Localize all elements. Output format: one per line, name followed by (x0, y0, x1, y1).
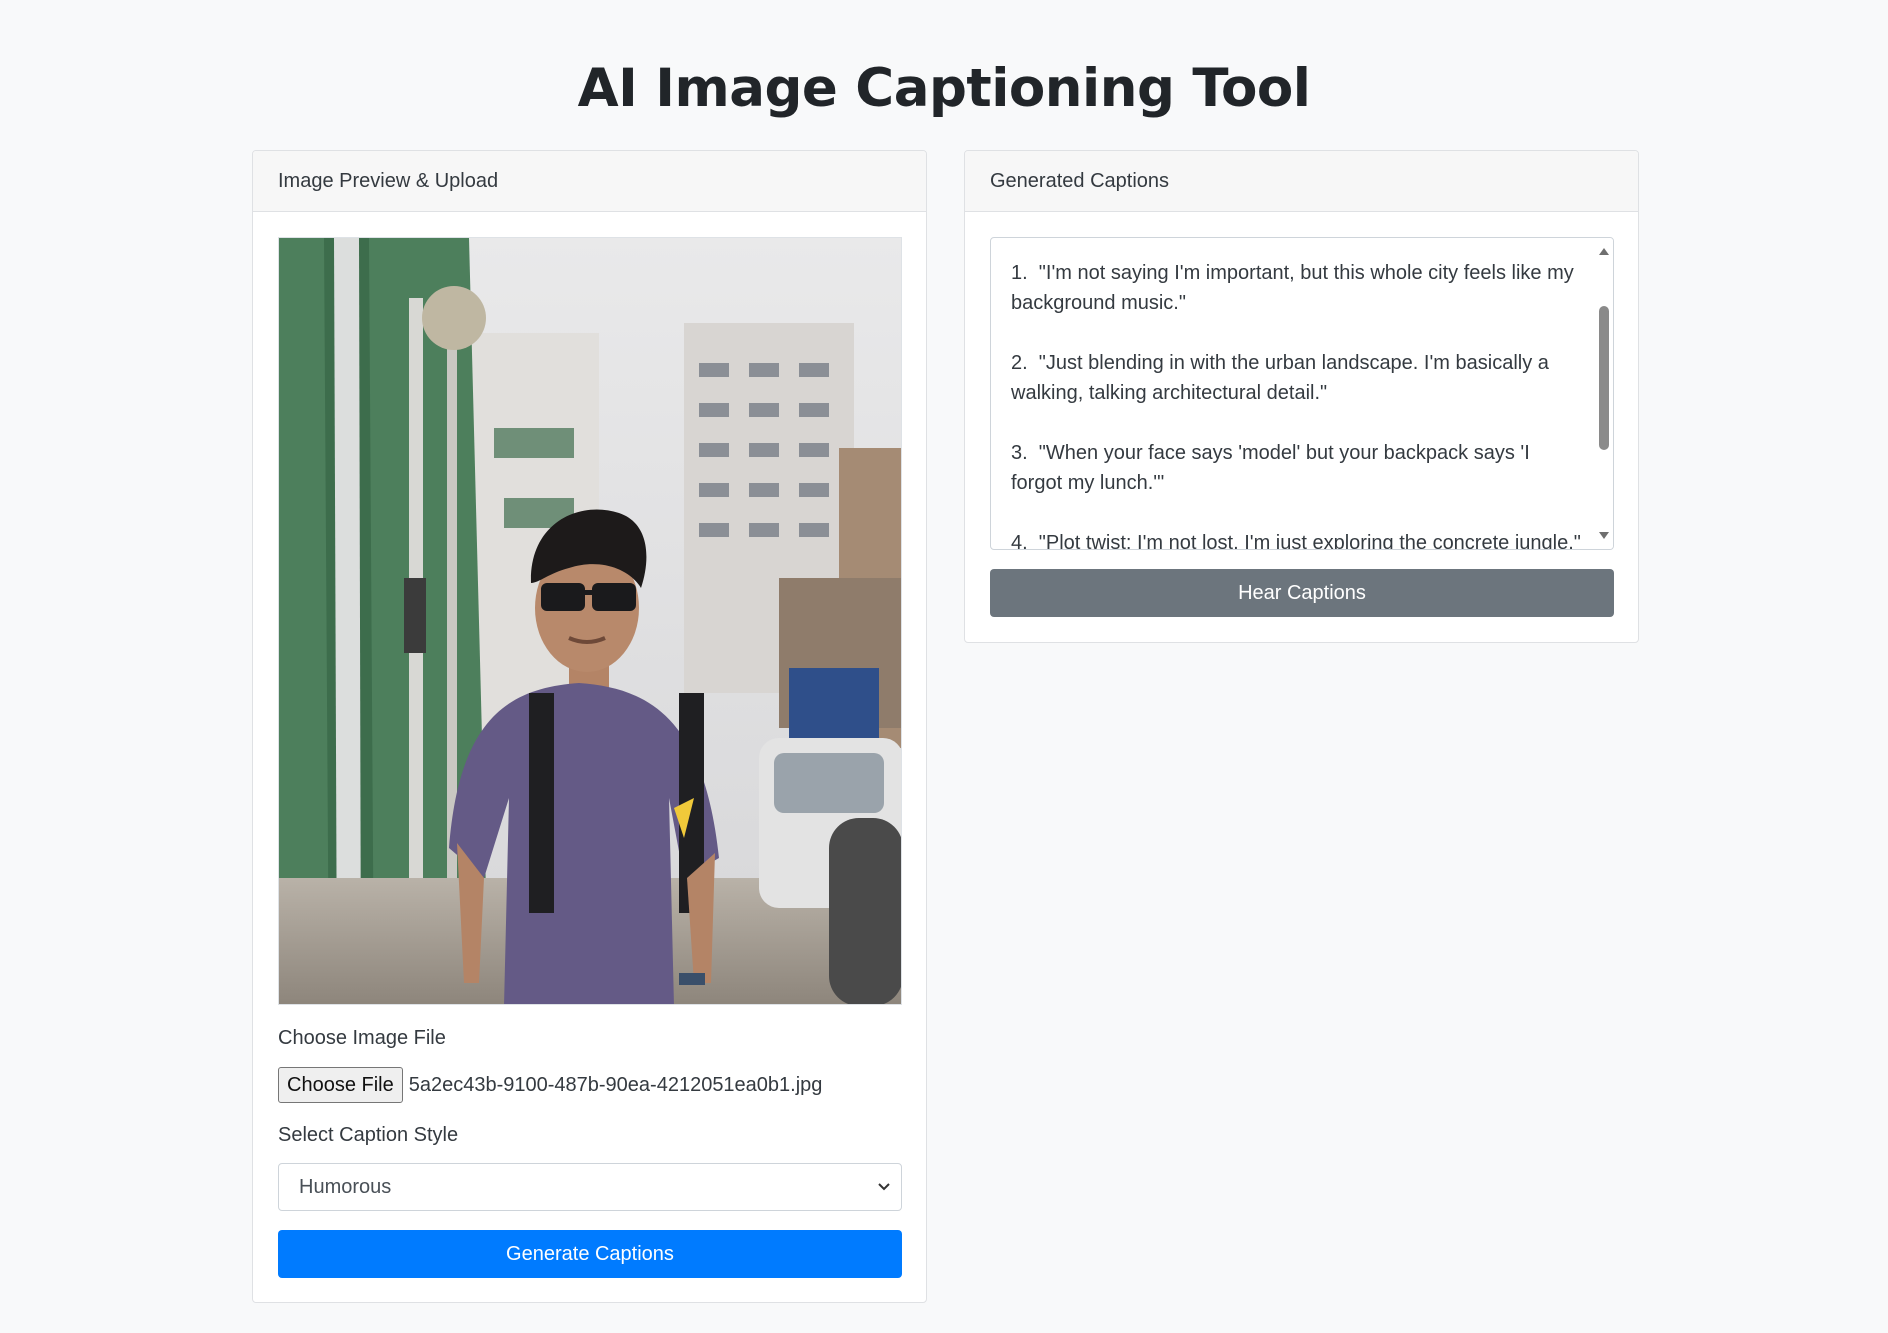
captions-textarea[interactable]: 1. "I'm not saying I'm important, but th… (990, 237, 1614, 550)
file-label: Choose Image File (278, 1027, 446, 1049)
hear-captions-button[interactable]: Hear Captions (990, 569, 1614, 617)
image-preview (278, 237, 902, 1005)
chevron-down-icon (878, 1183, 890, 1191)
file-input[interactable]: Choose File 5a2ec43b-9100-487b-90ea-4212… (278, 1067, 822, 1103)
generate-captions-button[interactable]: Generate Captions (278, 1230, 902, 1278)
captions-card: Generated Captions 1. "I'm not saying I'… (964, 150, 1639, 643)
style-label: Select Caption Style (278, 1124, 459, 1146)
caption-style-value: Humorous (299, 1175, 392, 1198)
file-name: 5a2ec43b-9100-487b-90ea-4212051ea0b1.jpg (408, 1073, 823, 1096)
page-title: AI Image Captioning Tool (577, 58, 1311, 119)
upload-card: Image Preview & Upload Choose Image File… (252, 150, 927, 1303)
preview-photo (279, 238, 901, 1004)
captions-card-header: Generated Captions (965, 151, 1638, 212)
captions-scrollbar[interactable] (1595, 238, 1613, 549)
choose-file-button[interactable]: Choose File (278, 1067, 403, 1103)
scroll-thumb[interactable] (1599, 306, 1609, 450)
caption-style-select[interactable]: Humorous (278, 1163, 902, 1211)
scroll-down-arrow-icon[interactable] (1599, 531, 1609, 541)
scroll-up-arrow-icon[interactable] (1599, 246, 1609, 256)
upload-card-header: Image Preview & Upload (253, 151, 926, 212)
captions-text: 1. "I'm not saying I'm important, but th… (1011, 262, 1581, 550)
